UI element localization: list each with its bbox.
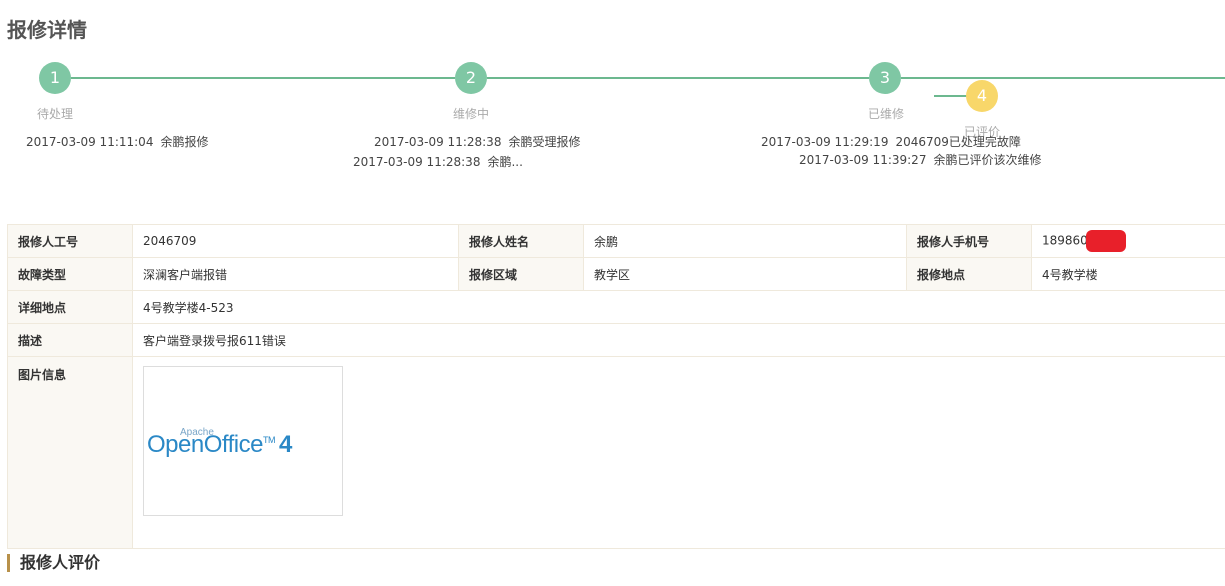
- log-entry: 2017-03-09 11:29:19 2046709已处理完故障: [761, 135, 1021, 149]
- description-value: 客户端登录拨号报611错误: [132, 323, 1225, 357]
- reporter-phone-cell: 189860: [1031, 224, 1225, 258]
- location-value: 4号教学楼: [1031, 257, 1225, 291]
- repair-info-table: 报修人工号 2046709 报修人姓名 余鹏 报修人手机号 189860 故障类…: [7, 224, 1225, 549]
- area-value: 教学区: [583, 257, 907, 291]
- table-row: 图片信息 Apache OpenOfficeTM 4: [7, 356, 1225, 549]
- fault-type-value: 深澜客户端报错: [132, 257, 459, 291]
- step-line: [487, 77, 869, 79]
- step-2-label: 维修中: [452, 107, 489, 121]
- step-line: [934, 95, 968, 97]
- log-entry: 2017-03-09 11:39:27 余鹏已评价该次维修: [799, 153, 1042, 167]
- location-label: 报修地点: [906, 257, 1032, 291]
- step-3-circle: 3: [869, 62, 901, 94]
- step-1-label: 待处理: [36, 107, 73, 121]
- reporter-id-label: 报修人工号: [7, 224, 133, 258]
- redaction-mark: [1085, 230, 1126, 252]
- page-title: 报修详情: [7, 18, 87, 42]
- step-4-circle: 4: [966, 80, 998, 112]
- detail-location-label: 详细地点: [7, 290, 133, 324]
- area-label: 报修区域: [458, 257, 584, 291]
- table-row: 报修人工号 2046709 报修人姓名 余鹏 报修人手机号 189860: [7, 224, 1225, 258]
- section-title-evaluation: 报修人评价: [7, 554, 100, 572]
- images-cell: Apache OpenOfficeTM 4: [132, 356, 1225, 549]
- image-thumbnail[interactable]: Apache OpenOfficeTM 4: [143, 366, 343, 516]
- reporter-phone-label: 报修人手机号: [906, 224, 1032, 258]
- openoffice-logo: OpenOfficeTM 4: [147, 431, 292, 458]
- description-label: 描述: [7, 323, 133, 357]
- step-line: [71, 77, 455, 79]
- reporter-id-value: 2046709: [132, 224, 459, 258]
- step-line: [901, 77, 1225, 79]
- images-label: 图片信息: [7, 356, 133, 549]
- detail-location-value: 4号教学楼4-523: [132, 290, 1225, 324]
- table-row: 详细地点 4号教学楼4-523: [7, 290, 1225, 324]
- reporter-phone-value: 189860: [1042, 233, 1088, 248]
- fault-type-label: 故障类型: [7, 257, 133, 291]
- reporter-name-label: 报修人姓名: [458, 224, 584, 258]
- log-entry: 2017-03-09 11:28:38 余鹏受理报修: [374, 135, 581, 149]
- log-entry: 2017-03-09 11:28:38 余鹏...: [353, 155, 523, 169]
- table-row: 描述 客户端登录拨号报611错误: [7, 323, 1225, 357]
- log-entry: 2017-03-09 11:11:04 余鹏报修: [26, 135, 209, 149]
- reporter-name-value: 余鹏: [583, 224, 907, 258]
- step-1-circle: 1: [39, 62, 71, 94]
- table-row: 故障类型 深澜客户端报错 报修区域 教学区 报修地点 4号教学楼: [7, 257, 1225, 291]
- step-3-label: 已维修: [867, 107, 904, 121]
- step-2-circle: 2: [455, 62, 487, 94]
